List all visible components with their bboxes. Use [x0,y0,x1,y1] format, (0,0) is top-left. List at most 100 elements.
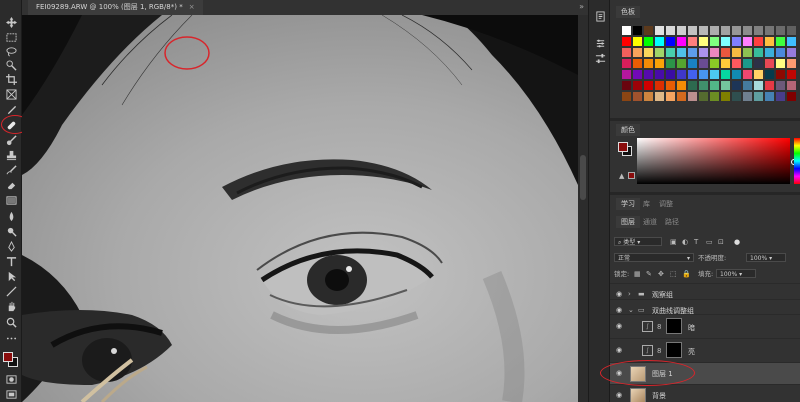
color-swatch[interactable] [787,81,796,90]
color-swatch[interactable] [776,70,785,79]
color-swatch[interactable] [732,26,741,35]
color-swatch[interactable] [765,48,774,57]
eraser-icon[interactable] [4,179,18,191]
filter-pixel-icon[interactable]: ▣ [670,236,677,248]
color-swatch[interactable] [754,70,763,79]
color-swatch[interactable] [754,37,763,46]
tab-adjustments[interactable]: 调整 [654,198,678,210]
blur-icon[interactable] [4,210,18,222]
color-field[interactable] [637,138,797,184]
properties-icon[interactable] [593,37,607,49]
color-swatch[interactable] [633,48,642,57]
color-swatch[interactable] [666,59,675,68]
color-swatch[interactable] [776,81,785,90]
collapse-arrow-icon[interactable]: ⌄ [628,306,634,314]
move-icon[interactable] [4,16,18,28]
color-swatch[interactable] [710,59,719,68]
frame-icon[interactable] [4,88,18,100]
color-swatch[interactable] [688,70,697,79]
color-swatch[interactable] [622,48,631,57]
color-swatch[interactable] [677,59,686,68]
scrollbar-thumb[interactable] [580,155,586,200]
color-swatch[interactable] [666,92,675,101]
screen-mode-icon[interactable] [4,388,18,400]
lock-position-icon[interactable]: ✥ [658,268,664,280]
color-swatch[interactable] [765,26,774,35]
color-swatch[interactable] [776,26,785,35]
color-swatch[interactable] [622,59,631,68]
color-swatch[interactable] [710,70,719,79]
color-swatch[interactable] [633,37,642,46]
color-swatch[interactable] [688,81,697,90]
filter-shape-icon[interactable]: ▭ [706,236,713,248]
color-swatch[interactable] [655,92,664,101]
quick-select-icon[interactable] [4,59,18,71]
color-swatch[interactable] [732,37,741,46]
tab-color[interactable]: 颜色 [616,124,640,136]
visibility-eye-icon[interactable]: ◉ [616,391,625,400]
tab-learn[interactable]: 学习 [616,198,640,210]
color-swatch[interactable] [732,81,741,90]
color-swatch[interactable] [776,48,785,57]
color-swatch[interactable] [732,70,741,79]
color-swatch[interactable] [666,37,675,46]
color-swatch[interactable] [765,70,774,79]
color-swatch[interactable] [721,26,730,35]
clone-stamp-icon[interactable] [4,149,18,161]
lock-transparency-icon[interactable]: ▦ [634,268,641,280]
color-swatch[interactable] [655,70,664,79]
history-brush-icon[interactable] [4,164,18,176]
type-icon[interactable] [4,255,18,267]
color-swatch[interactable] [721,92,730,101]
color-swatch[interactable] [732,92,741,101]
document-canvas[interactable] [22,15,578,402]
close-tab-icon[interactable]: × [189,3,195,11]
color-swatch[interactable] [721,70,730,79]
blend-mode-select[interactable]: 正常 ▾ [614,253,694,262]
color-swatch[interactable] [688,92,697,101]
color-swatch[interactable] [677,37,686,46]
color-swatch[interactable] [688,59,697,68]
color-swatch[interactable] [644,37,653,46]
color-swatch[interactable] [699,92,708,101]
filter-type-icon[interactable]: T [694,236,698,248]
layer-thumbnail[interactable] [630,388,646,402]
color-swatch[interactable] [754,92,763,101]
color-swatch[interactable] [743,59,752,68]
color-swatch[interactable] [655,48,664,57]
color-swatch[interactable] [699,37,708,46]
color-swatch[interactable] [688,48,697,57]
color-swatch[interactable] [721,48,730,57]
color-swatch[interactable] [743,48,752,57]
color-swatch[interactable] [644,26,653,35]
web-safe-swatch[interactable] [628,172,635,179]
color-swatch[interactable] [765,81,774,90]
history-icon[interactable] [593,10,607,22]
color-swatch[interactable] [699,59,708,68]
color-swatch[interactable] [754,81,763,90]
layer-row[interactable]: ◉ 背景 [610,384,800,402]
color-swatch[interactable] [666,70,675,79]
color-swatch[interactable] [699,81,708,90]
color-swatch[interactable] [622,26,631,35]
color-swatch[interactable] [743,81,752,90]
color-swatch[interactable] [644,92,653,101]
marquee-icon[interactable] [4,31,18,43]
color-swatch[interactable] [776,37,785,46]
tab-libraries[interactable]: 库 [638,198,655,210]
color-swatch[interactable] [732,48,741,57]
layer-filter-select[interactable]: ⌕ 类型 ▾ [614,237,662,246]
layer-row[interactable]: ◉ ∫ 8 暗 [610,314,800,338]
color-swatch[interactable] [699,26,708,35]
lock-all-icon[interactable]: 🔒 [682,268,691,280]
expand-arrow-icon[interactable]: › [628,290,631,298]
mask-link-icon[interactable]: 8 [657,347,661,355]
color-swatch[interactable] [655,81,664,90]
lock-pixels-icon[interactable]: ✎ [646,268,652,280]
color-swatch[interactable] [787,59,796,68]
color-swatch[interactable] [699,48,708,57]
color-swatch[interactable] [776,59,785,68]
color-swatch[interactable] [765,92,774,101]
color-swatch[interactable] [622,92,631,101]
color-swatch[interactable] [688,26,697,35]
